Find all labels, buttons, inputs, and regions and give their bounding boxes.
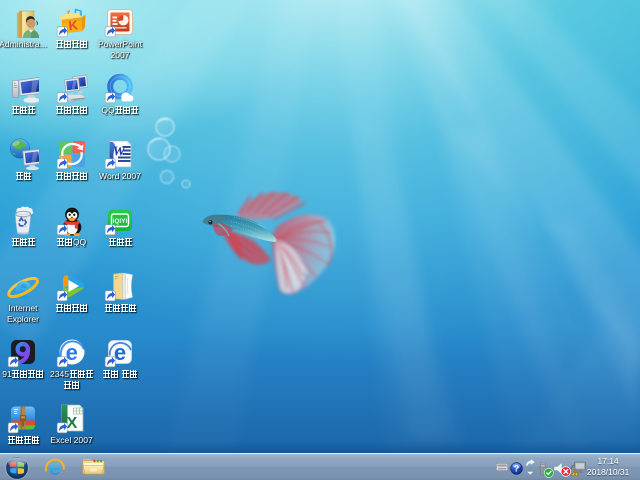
svg-text:X: X [66,415,77,432]
svg-text:?: ? [514,464,520,474]
svg-text:iQIYI: iQIYI [113,219,128,225]
svg-text:e: e [65,340,77,365]
svg-text:W: W [113,145,127,160]
